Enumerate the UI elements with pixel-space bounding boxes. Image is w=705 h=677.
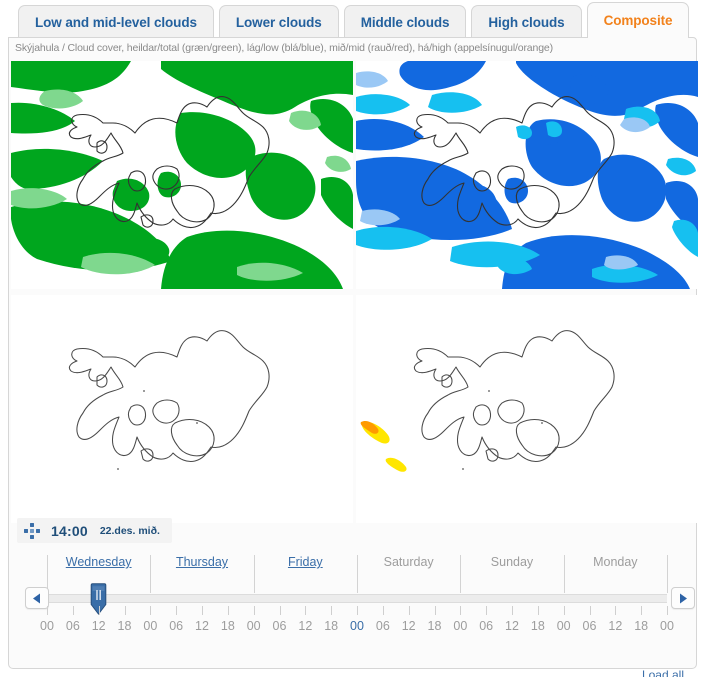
tab-label: Low and mid-level clouds [35,14,197,30]
high-cloud-cover-map[interactable] [356,295,698,523]
day-separator [667,555,668,593]
hour-tick [331,606,333,615]
total-cloud-map-graphic [11,61,353,289]
hour-tick [512,606,513,615]
hour-tick [589,606,591,615]
day-label-wednesday[interactable]: Wednesday [47,555,150,569]
hour-label-row: 00 06 12 18 00 06 12 18 00 06 12 18 00 06 12 18 00 06 12 18… [9,619,698,639]
mid-cloud-map-graphic [11,295,353,523]
hour-label[interactable]: 00 [139,619,161,633]
hour-label[interactable]: 18 [217,619,239,633]
hour-label[interactable]: 18 [424,619,446,633]
hour-tick [202,606,203,615]
hour-label[interactable]: 06 [62,619,84,633]
forecast-panel: Skýjahula / Cloud cover, heildar/total (… [8,37,698,677]
high-cloud-map-graphic [356,295,698,523]
hour-label[interactable]: 18 [114,619,136,633]
hour-label[interactable]: 12 [191,619,213,633]
hour-label[interactable]: 00 [346,619,368,633]
hour-label[interactable]: 06 [269,619,291,633]
total-cloud-cover-map[interactable] [11,61,353,289]
hour-label[interactable]: 06 [372,619,394,633]
cloud-forecast-app: Low and mid-level clouds Lower clouds Mi… [0,0,705,677]
hour-tick [253,606,255,615]
tab-middle-clouds[interactable]: Middle clouds [343,5,467,38]
load-all-link[interactable]: Load all [594,668,684,677]
hour-tick [615,606,617,615]
day-label-thursday[interactable]: Thursday [150,555,253,569]
tab-label: Composite [603,13,673,28]
forecast-date: 22.des. mið. [99,524,160,537]
hour-tick [382,606,384,615]
hour-tick [537,606,539,615]
hour-tick [305,606,307,615]
hour-tick [641,606,643,615]
previous-arrow-icon [33,593,40,603]
tab-label: Lower clouds [235,14,322,30]
hour-label[interactable]: 06 [475,619,497,633]
previous-step-button[interactable] [25,587,49,609]
hour-label[interactable]: 00 [243,619,265,633]
hour-tick [72,606,74,615]
hour-tick [486,606,488,615]
hour-tick [667,606,668,615]
hour-label[interactable]: 12 [294,619,316,633]
hour-tick [150,606,152,615]
hour-label[interactable]: 18 [320,619,342,633]
tab-low-and-mid-level-clouds[interactable]: Low and mid-level clouds [18,5,214,38]
tab-high-clouds[interactable]: High clouds [471,5,582,38]
tab-bar: Low and mid-level clouds Lower clouds Mi… [0,0,705,38]
hour-label[interactable]: 12 [501,619,523,633]
hour-label[interactable]: 00 [553,619,575,633]
time-readout: 14:00 22.des. mið. [17,518,172,543]
hour-tick [357,606,358,615]
tab-lower-clouds[interactable]: Lower clouds [218,5,339,38]
hour-tick [460,606,462,615]
hour-tick [176,606,178,615]
forecast-time: 14:00 [51,522,88,539]
day-label-sunday: Sunday [490,555,534,569]
hour-tick [408,606,410,615]
tab-label: High clouds [488,14,565,30]
cloud-cover-caption: Skýjahula / Cloud cover, heildar/total (… [15,42,553,54]
hour-label[interactable]: 06 [579,619,601,633]
low-cloud-cover-map[interactable] [356,61,698,289]
move-crosshair-icon[interactable] [23,522,41,540]
hour-label[interactable]: 12 [604,619,626,633]
hour-tick [563,606,565,615]
tab-composite[interactable]: Composite [586,2,690,38]
hour-label[interactable]: 12 [88,619,110,633]
hour-label[interactable]: 06 [165,619,187,633]
day-label-row: Wednesday Thursday Friday Saturday Sunday Mon… [9,553,698,593]
hour-label[interactable]: 18 [630,619,652,633]
hour-tick [227,606,229,615]
hour-label[interactable]: 00 [36,619,58,633]
hour-tick [98,606,100,615]
hour-label[interactable]: 12 [398,619,420,633]
hour-label[interactable]: 18 [527,619,549,633]
low-cloud-map-graphic [356,61,698,289]
day-label-saturday: Saturday [383,555,434,569]
timeline-control: Wednesday Thursday Friday Saturday Sunday Mon… [9,553,698,663]
hour-tick [47,606,48,615]
hour-label[interactable]: 00 [656,619,678,633]
day-label-monday: Monday [593,555,638,569]
hour-tick [434,606,436,615]
next-arrow-icon [680,593,687,603]
hour-label[interactable]: 00 [449,619,471,633]
hour-tick [124,606,126,615]
mid-cloud-cover-map[interactable] [11,295,353,523]
next-step-button[interactable] [671,587,695,609]
map-grid [11,61,698,529]
day-label-friday[interactable]: Friday [254,555,357,569]
tab-label: Middle clouds [360,14,450,30]
timeline-track[interactable] [47,594,667,603]
hour-tick [279,606,281,615]
